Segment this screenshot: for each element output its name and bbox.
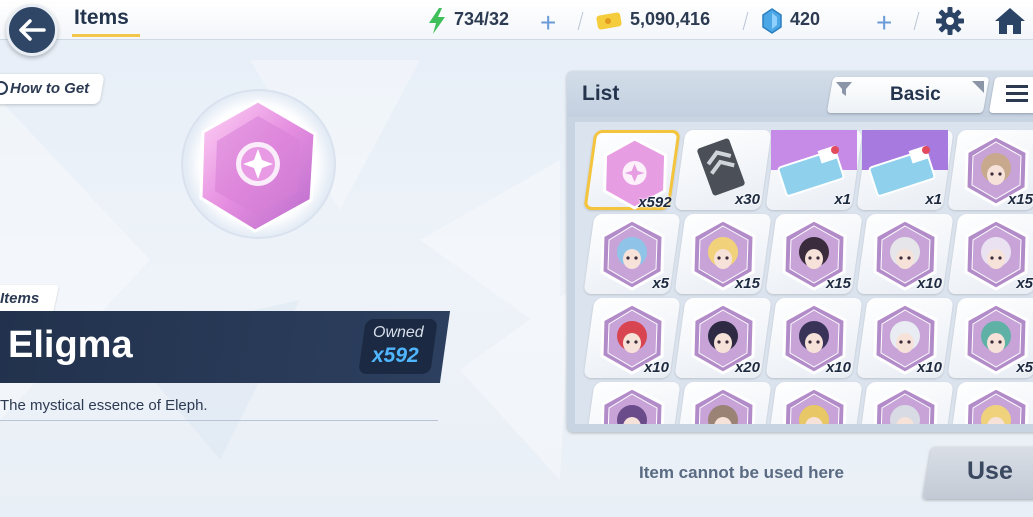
item-quantity: x5 — [1016, 275, 1033, 292]
gold-value: 5,090,416 — [630, 9, 711, 29]
item-quantity: x30 — [734, 191, 760, 208]
add-crystal-button[interactable]: + — [876, 7, 892, 39]
crystal-icon — [762, 8, 782, 34]
owned-count: x592 — [372, 344, 419, 367]
category-tag-label: Items — [0, 290, 40, 307]
item-quantity: x10 — [916, 359, 942, 376]
grid-item[interactable]: x15 — [947, 130, 1033, 210]
title-underline — [72, 34, 140, 37]
grid-item[interactable] — [947, 382, 1033, 424]
grid-item[interactable]: x5 — [583, 214, 681, 294]
grid-item[interactable] — [674, 382, 772, 424]
divider — [0, 420, 438, 421]
character-shard-icon — [782, 386, 847, 424]
gold-ticket-icon — [596, 12, 622, 30]
grid-item[interactable]: x10 — [583, 298, 681, 378]
grid-item[interactable]: x10 — [856, 298, 954, 378]
grid-item[interactable] — [765, 382, 863, 424]
grid-item[interactable] — [856, 382, 954, 424]
item-quantity: x592 — [638, 194, 672, 211]
character-shard-icon — [873, 386, 938, 424]
home-icon[interactable] — [994, 6, 1026, 36]
character-shard-icon — [600, 386, 665, 424]
item-quantity: x5 — [1016, 359, 1033, 376]
hamburger-icon — [1006, 85, 1028, 102]
item-name: Eligma — [8, 324, 133, 366]
item-quantity: x15 — [734, 275, 760, 292]
character-shard-icon — [964, 386, 1029, 424]
item-quantity: x5 — [652, 275, 669, 292]
stamina-value: 734/32 — [454, 9, 510, 29]
item-quantity: x15 — [1007, 191, 1033, 208]
item-grid: x592 x30 x1 x1 x15 x5 x15 x15 x10 x5 x10… — [575, 122, 1033, 424]
filter-funnel-icon — [836, 82, 852, 96]
grid-item[interactable]: x592 — [583, 130, 681, 211]
grid-item[interactable]: x1 — [856, 130, 954, 210]
sort-corner-icon — [972, 81, 984, 93]
grid-item[interactable]: x20 — [674, 298, 772, 378]
grid-item[interactable] — [583, 382, 681, 424]
item-quantity: x10 — [916, 275, 942, 292]
how-to-get-label: How to Get — [10, 80, 90, 97]
grid-item[interactable]: x5 — [947, 298, 1033, 378]
item-quantity: x20 — [734, 359, 760, 376]
usage-status-text: Item cannot be used here — [639, 463, 844, 482]
list-title: List — [582, 82, 620, 105]
item-quantity: x10 — [643, 359, 669, 376]
grid-item[interactable]: x30 — [674, 130, 772, 210]
item-quantity: x10 — [825, 359, 851, 376]
grid-item[interactable]: x15 — [765, 214, 863, 294]
character-shard-icon — [691, 386, 756, 424]
owned-label: Owned — [373, 324, 424, 341]
item-description: The mystical essence of Eleph. — [0, 397, 208, 414]
back-button[interactable] — [6, 4, 58, 56]
eligma-gem-icon — [199, 99, 317, 233]
add-stamina-button[interactable]: + — [540, 7, 556, 39]
use-button-label: Use — [967, 457, 1013, 485]
item-quantity: x1 — [925, 191, 942, 208]
stamina-icon — [429, 8, 445, 34]
sort-label: Basic — [890, 84, 941, 105]
item-quantity: x15 — [825, 275, 851, 292]
grid-item[interactable]: x10 — [765, 298, 863, 378]
grid-item[interactable]: x1 — [765, 130, 863, 210]
grid-item[interactable]: x5 — [947, 214, 1033, 294]
crystal-value: 420 — [790, 9, 821, 29]
grid-item[interactable]: x15 — [674, 214, 772, 294]
arrow-left-icon — [19, 19, 46, 41]
item-quantity: x1 — [834, 191, 851, 208]
page-title: Items — [74, 6, 129, 29]
grid-item[interactable]: x10 — [856, 214, 954, 294]
gear-icon[interactable] — [935, 6, 965, 36]
